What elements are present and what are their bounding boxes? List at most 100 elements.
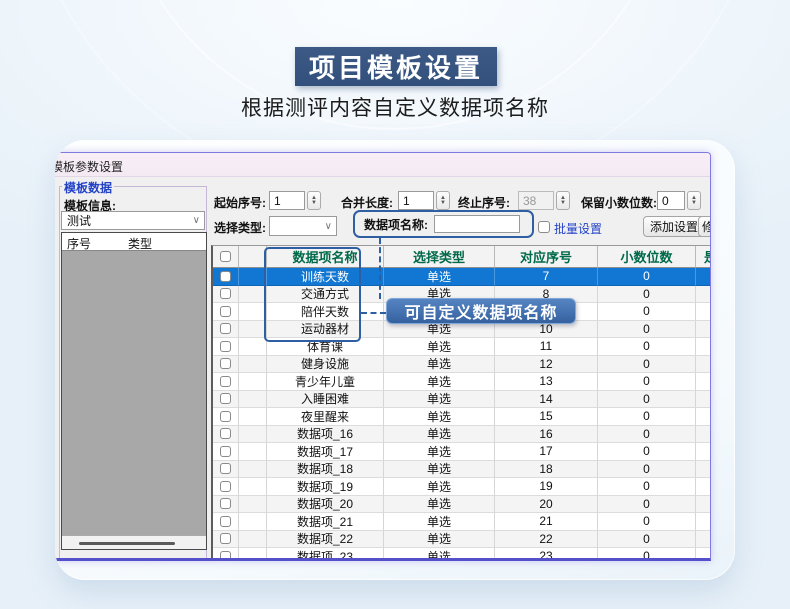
cell-decimals[interactable]: 0 bbox=[598, 303, 696, 321]
batch-label[interactable]: 批量设置 bbox=[554, 220, 602, 237]
cell-select-type[interactable]: 单选 bbox=[384, 443, 495, 461]
cell-seq-no[interactable]: 15 bbox=[495, 408, 598, 426]
row-checkbox[interactable] bbox=[220, 288, 231, 299]
cell-select-type[interactable]: 单选 bbox=[384, 513, 495, 531]
cell-seq-no[interactable]: 12 bbox=[495, 356, 598, 374]
cell-seq-no[interactable]: 7 bbox=[495, 268, 598, 286]
add-setting-button[interactable]: 添加设置 bbox=[643, 216, 705, 237]
start-no-input[interactable] bbox=[269, 191, 305, 210]
cell-decimals[interactable]: 0 bbox=[598, 513, 696, 531]
cell-decimals[interactable]: 0 bbox=[598, 321, 696, 339]
cell-seq-no[interactable]: 16 bbox=[495, 426, 598, 444]
header-seq-no[interactable]: 对应序号 bbox=[495, 246, 598, 268]
cell-seq-no[interactable]: 23 bbox=[495, 548, 598, 559]
cell-seq-no[interactable]: 20 bbox=[495, 496, 598, 514]
table-row[interactable]: 夜里醒来 单选 15 0 bbox=[213, 408, 711, 426]
merge-len-stepper[interactable]: ▲▼ bbox=[398, 191, 450, 210]
table-row[interactable]: 数据项_23 单选 23 0 bbox=[213, 548, 711, 559]
row-checkbox[interactable] bbox=[220, 306, 231, 317]
table-row[interactable]: 数据项_17 单选 17 0 bbox=[213, 443, 711, 461]
cell-decimals[interactable]: 0 bbox=[598, 496, 696, 514]
row-checkbox[interactable] bbox=[220, 516, 231, 527]
spinner-arrows-icon[interactable]: ▲▼ bbox=[436, 191, 450, 210]
cell-seq-no[interactable]: 21 bbox=[495, 513, 598, 531]
decimals-input[interactable] bbox=[657, 191, 685, 210]
modify-setting-button[interactable]: 修改设置 bbox=[698, 216, 711, 237]
row-checkbox[interactable] bbox=[220, 376, 231, 387]
row-checkbox[interactable] bbox=[220, 271, 231, 282]
sidebar-hscrollbar[interactable] bbox=[62, 535, 206, 549]
table-row[interactable]: 数据项_19 单选 19 0 bbox=[213, 478, 711, 496]
row-checkbox[interactable] bbox=[220, 358, 231, 369]
cell-decimals[interactable]: 0 bbox=[598, 461, 696, 479]
select-type-dropdown[interactable]: ∨ bbox=[269, 216, 337, 236]
cell-decimals[interactable]: 0 bbox=[598, 548, 696, 559]
cell-select-type[interactable]: 单选 bbox=[384, 391, 495, 409]
cell-decimals[interactable]: 0 bbox=[598, 426, 696, 444]
item-name-input[interactable] bbox=[434, 215, 520, 233]
table-row[interactable]: 体育课 单选 11 0 bbox=[213, 338, 711, 356]
cell-seq-no[interactable]: 13 bbox=[495, 373, 598, 391]
cell-decimals[interactable]: 0 bbox=[598, 338, 696, 356]
cell-decimals[interactable]: 0 bbox=[598, 478, 696, 496]
cell-item-name[interactable]: 青少年儿童 bbox=[267, 373, 384, 391]
table-row[interactable]: 数据项_16 单选 16 0 bbox=[213, 426, 711, 444]
table-row[interactable]: 数据项_18 单选 18 0 bbox=[213, 461, 711, 479]
table-row[interactable]: 青少年儿童 单选 13 0 bbox=[213, 373, 711, 391]
row-checkbox[interactable] bbox=[220, 323, 231, 334]
cell-decimals[interactable]: 0 bbox=[598, 373, 696, 391]
cell-seq-no[interactable]: 17 bbox=[495, 443, 598, 461]
header-select-type[interactable]: 选择类型 bbox=[384, 246, 495, 268]
cell-item-name[interactable]: 入睡困难 bbox=[267, 391, 384, 409]
cell-select-type[interactable]: 单选 bbox=[384, 426, 495, 444]
table-row[interactable]: 健身设施 单选 12 0 bbox=[213, 356, 711, 374]
cell-select-type[interactable]: 单选 bbox=[384, 478, 495, 496]
row-checkbox[interactable] bbox=[220, 481, 231, 492]
cell-item-name[interactable]: 运动器材 bbox=[267, 321, 384, 339]
cell-item-name[interactable]: 数据项_19 bbox=[267, 478, 384, 496]
spinner-arrows-icon[interactable]: ▲▼ bbox=[687, 191, 701, 210]
cell-select-type[interactable]: 单选 bbox=[384, 268, 495, 286]
row-checkbox[interactable] bbox=[220, 428, 231, 439]
table-row[interactable]: 数据项_22 单选 22 0 bbox=[213, 531, 711, 549]
cell-select-type[interactable]: 单选 bbox=[384, 356, 495, 374]
cell-item-name[interactable]: 训练天数 bbox=[267, 268, 384, 286]
row-checkbox[interactable] bbox=[220, 446, 231, 457]
cell-select-type[interactable]: 单选 bbox=[384, 531, 495, 549]
cell-decimals[interactable]: 0 bbox=[598, 268, 696, 286]
decimals-stepper[interactable]: ▲▼ bbox=[657, 191, 701, 210]
cell-seq-no[interactable]: 11 bbox=[495, 338, 598, 356]
row-checkbox[interactable] bbox=[220, 411, 231, 422]
template-select[interactable]: 测试 ∨ bbox=[61, 211, 205, 230]
cell-decimals[interactable]: 0 bbox=[598, 391, 696, 409]
scrollbar-thumb[interactable] bbox=[79, 542, 175, 545]
cell-item-name[interactable]: 数据项_21 bbox=[267, 513, 384, 531]
header-decimals[interactable]: 小数位数 bbox=[598, 246, 696, 268]
start-no-stepper[interactable]: ▲▼ bbox=[269, 191, 321, 210]
batch-checkbox[interactable] bbox=[538, 221, 550, 233]
cell-decimals[interactable]: 0 bbox=[598, 286, 696, 304]
cell-item-name[interactable]: 数据项_22 bbox=[267, 531, 384, 549]
cell-select-type[interactable]: 单选 bbox=[384, 408, 495, 426]
cell-select-type[interactable]: 单选 bbox=[384, 461, 495, 479]
table-row[interactable]: 入睡困难 单选 14 0 bbox=[213, 391, 711, 409]
cell-seq-no[interactable]: 14 bbox=[495, 391, 598, 409]
select-all-checkbox[interactable] bbox=[220, 251, 231, 262]
row-checkbox[interactable] bbox=[220, 533, 231, 544]
row-checkbox[interactable] bbox=[220, 341, 231, 352]
cell-select-type[interactable]: 单选 bbox=[384, 338, 495, 356]
cell-seq-no[interactable]: 18 bbox=[495, 461, 598, 479]
cell-decimals[interactable]: 0 bbox=[598, 356, 696, 374]
cell-item-name[interactable]: 交通方式 bbox=[267, 286, 384, 304]
cell-select-type[interactable]: 单选 bbox=[384, 496, 495, 514]
row-checkbox[interactable] bbox=[220, 498, 231, 509]
sidebar-list[interactable]: 序号 类型 bbox=[61, 232, 207, 550]
cell-item-name[interactable]: 数据项_16 bbox=[267, 426, 384, 444]
row-checkbox[interactable] bbox=[220, 551, 231, 559]
spinner-arrows-icon[interactable]: ▲▼ bbox=[307, 191, 321, 210]
cell-seq-no[interactable]: 22 bbox=[495, 531, 598, 549]
row-checkbox[interactable] bbox=[220, 393, 231, 404]
cell-seq-no[interactable]: 19 bbox=[495, 478, 598, 496]
cell-decimals[interactable]: 0 bbox=[598, 408, 696, 426]
row-checkbox[interactable] bbox=[220, 463, 231, 474]
